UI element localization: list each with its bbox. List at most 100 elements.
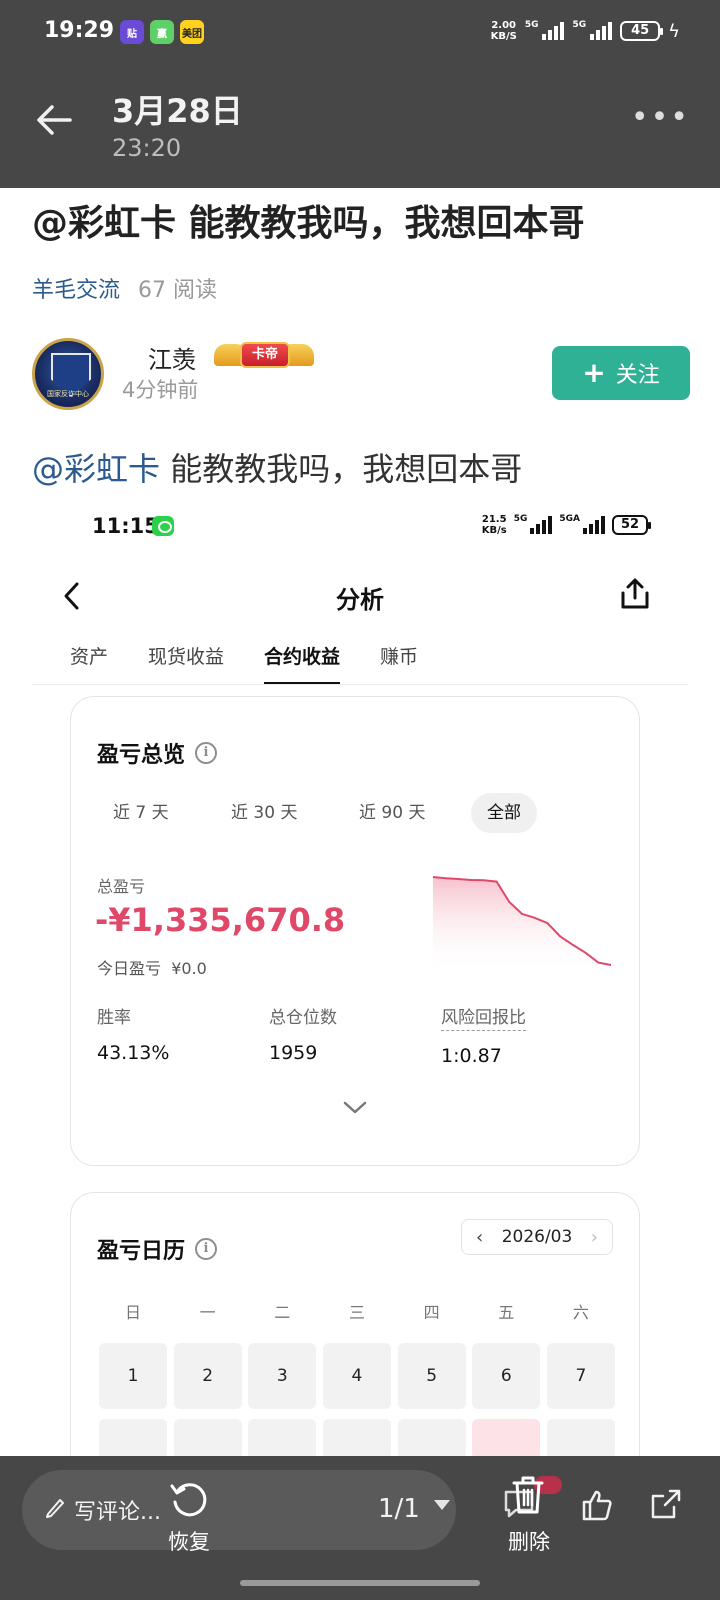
info-icon[interactable]: i <box>195 742 218 764</box>
app-icon: 赢 <box>150 20 174 44</box>
pnl-overview-card: 盈亏总览 i 近 7 天 近 30 天 近 90 天 全部 总盈亏 -¥1,33… <box>70 696 640 1166</box>
calendar-week-row <box>99 1419 615 1458</box>
more-horizontal-icon[interactable]: ••• <box>631 100 690 135</box>
charging-icon: ϟ <box>668 20 680 42</box>
tab-assets[interactable]: 资产 <box>70 642 108 685</box>
signal-icon <box>530 516 553 534</box>
status-indicators: 2.00 KB/S 5G 5G 45 ϟ <box>491 20 680 42</box>
network-type-label: 5GA <box>559 514 580 524</box>
topic-link[interactable]: 羊毛交流 <box>32 278 120 303</box>
battery-icon: 45 <box>620 21 664 41</box>
total-pnl-label: 总盈亏 <box>97 877 146 896</box>
calendar-day[interactable]: 1 <box>99 1343 167 1409</box>
network-speed: 2.00 KB/S <box>490 20 517 42</box>
caret-down-icon[interactable] <box>434 1500 450 1510</box>
calendar-day[interactable] <box>173 1419 242 1458</box>
calendar-day[interactable]: 7 <box>546 1343 615 1409</box>
chevron-down-icon[interactable] <box>343 1101 367 1115</box>
month-picker: ‹ 2026/03 › <box>461 1219 613 1255</box>
chevron-right-icon[interactable]: › <box>591 1227 598 1248</box>
range-7d[interactable]: 近 7 天 <box>97 793 185 833</box>
home-indicator[interactable] <box>240 1580 480 1586</box>
follow-label: 关注 <box>615 363 660 388</box>
info-icon[interactable]: i <box>195 1238 218 1260</box>
sparkline-point-4 <box>483 879 485 882</box>
range-all[interactable]: 全部 <box>471 793 537 833</box>
today-pnl: 今日盈亏 ¥0.0 <box>97 959 207 978</box>
message-icon <box>152 516 174 536</box>
page-indicator[interactable]: 1/1 <box>378 1494 420 1524</box>
back-arrow-icon[interactable] <box>32 98 76 142</box>
calendar-day[interactable] <box>322 1419 391 1458</box>
app-header: 19:29 贴 赢 美团 2.00 KB/S 5G 5G 45 ϟ 3月28日 … <box>0 0 720 188</box>
share-icon[interactable] <box>648 1486 684 1522</box>
calendar-day[interactable]: 2 <box>173 1343 242 1409</box>
calendar-day[interactable]: 3 <box>248 1343 317 1409</box>
user-level-badge: 卡帝 <box>214 340 314 370</box>
sparkline-point-9 <box>546 922 549 924</box>
header-date: 3月28日 <box>112 92 243 130</box>
sparkline-point-11 <box>572 944 574 946</box>
calendar-day[interactable] <box>546 1419 615 1458</box>
badge-label: 卡帝 <box>240 342 290 368</box>
stat-win-rate: 胜率 43.13% <box>97 1008 170 1064</box>
tab-earn-coin[interactable]: 赚币 <box>380 642 418 685</box>
calendar-day[interactable] <box>99 1419 167 1458</box>
embedded-network-speed: 21.5 KB/s <box>481 514 507 536</box>
sparkline-point-10 <box>559 935 561 938</box>
sparkline-point-13 <box>597 961 600 964</box>
restore-icon[interactable] <box>168 1478 210 1520</box>
calendar-day[interactable]: 5 <box>397 1343 466 1409</box>
read-count: 67 阅读 <box>138 278 218 303</box>
calendar-week-row: 1 2 3 4 5 6 7 <box>99 1343 615 1409</box>
post-title: @彩虹卡 能教教我吗，我想回本哥 <box>32 203 585 244</box>
mention-link[interactable]: @彩虹卡 <box>32 450 160 488</box>
network-type-label: 5G <box>572 20 587 30</box>
pen-icon <box>46 1499 64 1518</box>
stat-risk-reward[interactable]: 风险回报比 1:0.87 <box>441 1003 526 1067</box>
sparkline-point-2 <box>457 878 460 880</box>
status-time: 19:29 <box>44 18 115 43</box>
post-meta: 羊毛交流 67 阅读 <box>32 272 217 304</box>
calendar-heading: 盈亏日历 i <box>97 1233 218 1265</box>
notification-icons: 贴 赢 美团 <box>120 20 204 44</box>
embedded-page-title: 分析 <box>336 586 384 614</box>
calendar-day[interactable]: 6 <box>472 1343 541 1409</box>
attached-screenshot[interactable]: 11:15 21.5 KB/s 5G 5GA 52 分析 资产 现货收益 合约收… <box>32 500 688 1458</box>
embedded-status-bar: 11:15 21.5 KB/s 5G 5GA 52 <box>92 514 651 544</box>
pnl-sparkline-chart <box>433 876 611 973</box>
signal-icon <box>590 22 613 40</box>
calendar-day[interactable] <box>397 1419 466 1458</box>
avatar[interactable]: 国家反诈中心 <box>32 338 104 410</box>
calendar-day[interactable] <box>248 1419 317 1458</box>
follow-button[interactable]: + 关注 <box>552 346 690 400</box>
share-upload-icon[interactable] <box>618 576 652 612</box>
post-body-text: 能教教我吗，我想回本哥 <box>160 450 523 488</box>
comment-placeholder[interactable]: 写评论... <box>74 1494 161 1526</box>
restore-label[interactable]: 恢复 <box>168 1526 210 1556</box>
post-body: @彩虹卡 能教教我吗，我想回本哥 <box>32 444 522 490</box>
author-name[interactable]: 江羡 <box>148 340 196 375</box>
plus-icon: + <box>582 356 606 389</box>
chevron-left-icon[interactable]: ‹ <box>476 1227 483 1248</box>
tab-spot-earnings[interactable]: 现货收益 <box>148 642 224 685</box>
thumbs-up-icon[interactable] <box>580 1488 614 1522</box>
trash-icon[interactable] <box>510 1474 546 1516</box>
stat-positions: 总仓位数 1959 <box>269 1008 337 1064</box>
calendar-day[interactable] <box>472 1419 541 1458</box>
total-pnl-value: -¥1,335,670.8 <box>95 901 346 939</box>
analysis-tabs: 资产 现货收益 合约收益 赚币 <box>70 642 418 685</box>
embedded-status-time: 11:15 <box>92 514 159 538</box>
range-30d[interactable]: 近 30 天 <box>215 793 313 833</box>
range-selector: 近 7 天 近 30 天 近 90 天 全部 <box>97 793 613 833</box>
range-90d[interactable]: 近 90 天 <box>343 793 441 833</box>
delete-label[interactable]: 删除 <box>508 1526 550 1556</box>
battery-icon: 52 <box>612 515 651 535</box>
calendar-day[interactable]: 4 <box>322 1343 391 1409</box>
sparkline-point-1 <box>444 877 447 880</box>
tab-contract-earnings[interactable]: 合约收益 <box>264 642 341 685</box>
tab-divider <box>32 684 688 685</box>
signal-icon <box>583 516 605 534</box>
header-time: 23:20 <box>112 134 182 162</box>
weekday-header: 日 一 二 三 四 五 六 <box>124 1303 589 1322</box>
